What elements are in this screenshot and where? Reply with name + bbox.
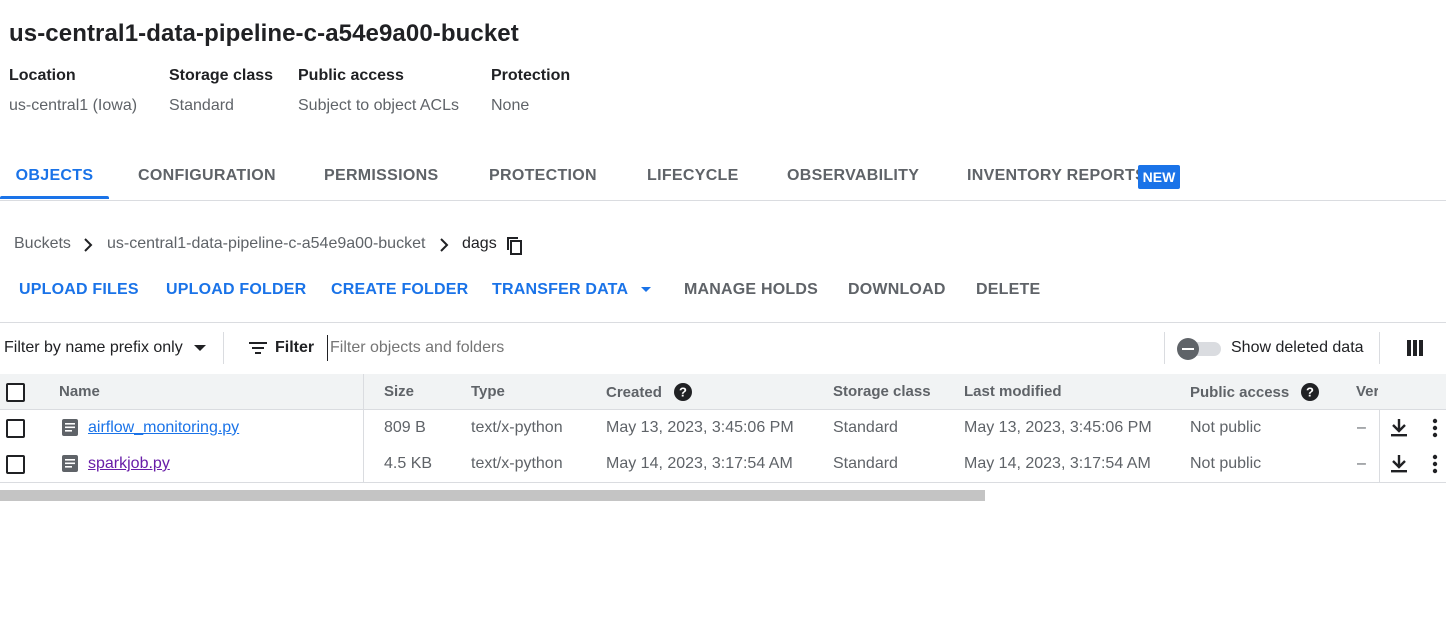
dropdown-arrow-icon <box>194 344 207 351</box>
upload-folder-button[interactable]: UPLOAD FOLDER <box>166 281 306 299</box>
more-vert-icon[interactable] <box>1431 454 1439 474</box>
select-all-checkbox[interactable] <box>6 383 25 402</box>
tab-lifecycle[interactable]: LIFECYCLE <box>647 152 739 199</box>
toggle-thumb <box>1177 338 1199 360</box>
column-divider <box>363 410 364 446</box>
column-header-version[interactable]: Ver <box>1356 383 1378 400</box>
active-tab-indicator <box>0 196 109 199</box>
column-header-name[interactable]: Name <box>59 383 100 400</box>
object-created: May 13, 2023, 3:45:06 PM <box>606 419 794 436</box>
upload-files-button[interactable]: UPLOAD FILES <box>19 281 139 299</box>
breadcrumb-bucket[interactable]: us-central1-data-pipeline-c-a54e9a00-buc… <box>107 235 425 253</box>
filter-mode-label: Filter by name prefix only <box>4 339 183 356</box>
object-last-modified: May 14, 2023, 3:17:54 AM <box>964 455 1151 472</box>
filter-label: Filter <box>275 339 315 356</box>
column-display-icon[interactable] <box>1407 340 1423 356</box>
filter-bar: Filter by name prefix only Filter Show d… <box>0 322 1446 375</box>
table-row[interactable]: airflow_monitoring.py 809 B text/x-pytho… <box>0 410 1446 447</box>
divider <box>223 332 224 364</box>
column-divider <box>1379 446 1380 482</box>
help-icon[interactable]: ? <box>1301 383 1320 401</box>
column-header-created[interactable]: Created ? <box>606 383 693 401</box>
meta-label-storage-class: Storage class <box>169 67 274 84</box>
svg-text:?: ? <box>679 385 687 400</box>
help-icon[interactable]: ? <box>674 383 693 401</box>
tab-configuration[interactable]: CONFIGURATION <box>138 152 276 199</box>
object-size: 4.5 KB <box>384 455 433 472</box>
column-header-storage-class[interactable]: Storage class <box>833 383 931 400</box>
object-public-access: Not public <box>1190 419 1262 436</box>
filter-input[interactable] <box>327 335 1130 361</box>
object-public-access: Not public <box>1190 455 1262 472</box>
transfer-data-button[interactable]: TRANSFER DATA <box>492 281 652 299</box>
column-header-created-label: Created <box>606 384 662 401</box>
column-header-type[interactable]: Type <box>471 383 505 400</box>
meta-value-public-access: Subject to object ACLs <box>298 97 459 114</box>
breadcrumb-current-folder: dags <box>462 235 497 252</box>
tab-bar: OBJECTS CONFIGURATION PERMISSIONS PROTEC… <box>0 152 1446 201</box>
meta-label-location: Location <box>9 67 76 84</box>
copy-icon[interactable] <box>506 236 524 256</box>
divider <box>1164 332 1165 364</box>
breadcrumb-buckets[interactable]: Buckets <box>14 235 71 253</box>
object-size: 809 B <box>384 419 426 436</box>
object-version: – <box>1357 419 1366 436</box>
object-type: text/x-python <box>471 419 563 436</box>
tab-permissions[interactable]: PERMISSIONS <box>324 152 438 199</box>
meta-label-protection: Protection <box>491 67 571 84</box>
object-name-link[interactable]: airflow_monitoring.py <box>88 419 239 437</box>
tab-protection[interactable]: PROTECTION <box>489 152 597 199</box>
row-checkbox[interactable] <box>6 419 25 438</box>
divider <box>1379 332 1380 364</box>
meta-label-public-access: Public access <box>298 67 404 84</box>
more-vert-icon[interactable] <box>1431 418 1439 438</box>
meta-value-storage-class: Standard <box>169 97 234 114</box>
object-created: May 14, 2023, 3:17:54 AM <box>606 455 793 472</box>
show-deleted-toggle[interactable] <box>1177 338 1221 360</box>
chevron-right-icon <box>84 238 93 252</box>
tab-observability[interactable]: OBSERVABILITY <box>787 152 919 199</box>
download-icon[interactable] <box>1390 418 1408 438</box>
download-button[interactable]: DOWNLOAD <box>848 281 946 299</box>
object-storage-class: Standard <box>833 455 898 472</box>
filter-list-icon <box>249 342 267 354</box>
bucket-title: us-central1-data-pipeline-c-a54e9a00-buc… <box>9 20 519 47</box>
new-badge: NEW <box>1138 165 1180 189</box>
svg-text:?: ? <box>1306 385 1314 400</box>
table-header: Name Size Type Created ? Storage class L… <box>0 374 1446 410</box>
dropdown-arrow-icon <box>641 286 652 292</box>
transfer-data-label: TRANSFER DATA <box>492 281 628 298</box>
column-header-public-access-label: Public access <box>1190 384 1290 401</box>
tab-inventory-reports[interactable]: INVENTORY REPORTS <box>967 152 1146 199</box>
column-divider <box>363 374 364 409</box>
column-header-last-modified[interactable]: Last modified <box>964 383 1062 400</box>
row-checkbox[interactable] <box>6 455 25 474</box>
filter-mode-select[interactable]: Filter by name prefix only <box>4 339 207 357</box>
object-name-link[interactable]: sparkjob.py <box>88 455 170 473</box>
show-deleted-label: Show deleted data <box>1231 339 1364 356</box>
object-version: – <box>1357 455 1366 472</box>
meta-value-protection: None <box>491 97 530 114</box>
object-storage-class: Standard <box>833 419 898 436</box>
manage-holds-button[interactable]: MANAGE HOLDS <box>684 281 818 299</box>
file-document-icon <box>62 419 78 436</box>
column-header-size[interactable]: Size <box>384 383 414 400</box>
download-icon[interactable] <box>1390 454 1408 474</box>
tab-objects[interactable]: OBJECTS <box>0 152 109 199</box>
file-document-icon <box>62 455 78 472</box>
horizontal-scrollbar[interactable] <box>0 490 985 501</box>
create-folder-button[interactable]: CREATE FOLDER <box>331 281 468 299</box>
column-divider <box>1379 410 1380 446</box>
object-type: text/x-python <box>471 455 563 472</box>
object-last-modified: May 13, 2023, 3:45:06 PM <box>964 419 1152 436</box>
delete-button[interactable]: DELETE <box>976 281 1040 299</box>
chevron-right-icon <box>440 238 449 252</box>
column-header-public-access[interactable]: Public access ? <box>1190 383 1320 401</box>
meta-value-location: us-central1 (Iowa) <box>9 97 138 114</box>
column-divider <box>363 446 364 482</box>
table-row[interactable]: sparkjob.py 4.5 KB text/x-python May 14,… <box>0 446 1446 483</box>
